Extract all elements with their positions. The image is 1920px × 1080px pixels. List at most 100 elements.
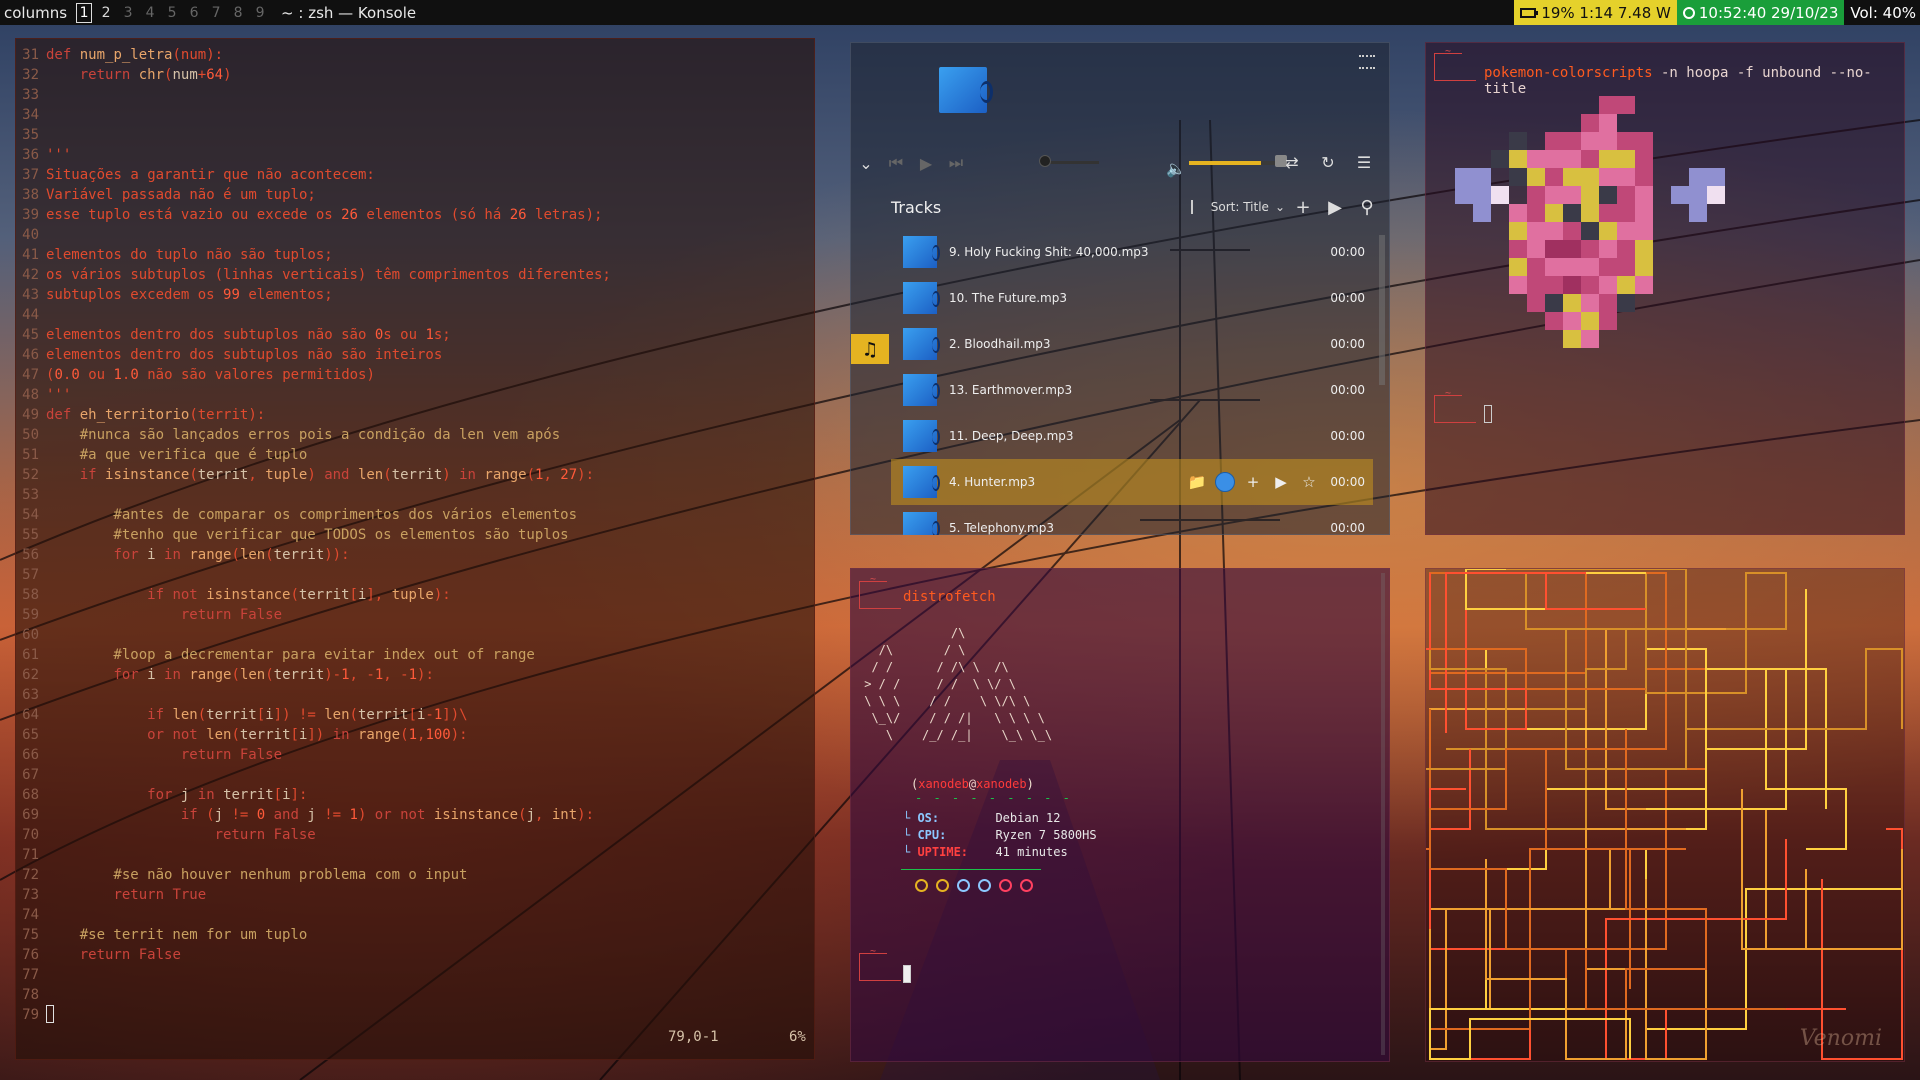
- code-line[interactable]: 34: [16, 105, 814, 125]
- clock-status[interactable]: 10:52:40 29/10/23: [1676, 0, 1845, 25]
- code-line[interactable]: 62 for i in range(len(territ)-1, -1, -1)…: [16, 665, 814, 685]
- code-line[interactable]: 41 elementos do tuplo não são tuplos;: [16, 245, 814, 265]
- terminal-distrofetch[interactable]: ~ distrofetch /\ /\ / \ / / / /\ \ /\ > …: [850, 568, 1390, 1062]
- code-line[interactable]: 40: [16, 225, 814, 245]
- code-line[interactable]: 53: [16, 485, 814, 505]
- code-line[interactable]: 59 return False: [16, 605, 814, 625]
- code-line[interactable]: 44: [16, 305, 814, 325]
- playlist-icon[interactable]: [1359, 55, 1375, 69]
- scroll-thumb[interactable]: [1379, 235, 1385, 385]
- code-line[interactable]: 73 return True: [16, 885, 814, 905]
- workspace-2[interactable]: 2: [95, 5, 117, 21]
- code-line[interactable]: 49 def eh_territorio(territ):: [16, 405, 814, 425]
- code-line[interactable]: 57: [16, 565, 814, 585]
- code-line[interactable]: 31 def num_p_letra(num):: [16, 45, 814, 65]
- track-row[interactable]: 2. Bloodhail.mp3 00:00: [891, 321, 1373, 367]
- code-line[interactable]: 43 subtuplos excedem os 99 elementos;: [16, 285, 814, 305]
- code-line[interactable]: 78: [16, 985, 814, 1005]
- terminal-pipes[interactable]: Venomi: [1425, 568, 1905, 1062]
- code-line[interactable]: 39 esse tuplo está vazio ou excede os 26 …: [16, 205, 814, 225]
- volume-status[interactable]: Vol: 40%: [1844, 0, 1920, 25]
- workspace-6[interactable]: 6: [183, 5, 205, 21]
- track-row[interactable]: 9. Holy Fucking Shit: 40,000.mp3 00:00: [891, 229, 1373, 275]
- workspace-7[interactable]: 7: [205, 5, 227, 21]
- code-line[interactable]: 32 return chr(num+64): [16, 65, 814, 85]
- code-line[interactable]: 71: [16, 845, 814, 865]
- next-track-icon[interactable]: ⏭: [941, 148, 971, 178]
- workspace-4[interactable]: 4: [139, 5, 161, 21]
- code-line[interactable]: 64 if len(territ[i]) != len(territ[i-1])…: [16, 705, 814, 725]
- workspace-8[interactable]: 8: [227, 5, 249, 21]
- code-line[interactable]: 55 #tenho que verificar que TODOS os ele…: [16, 525, 814, 545]
- code-line[interactable]: 50 #nunca são lançados erros pois a cond…: [16, 425, 814, 445]
- code-line[interactable]: 77: [16, 965, 814, 985]
- code-line[interactable]: 45 elementos dentro dos subtuplos não são…: [16, 325, 814, 345]
- volume-icon[interactable]: 🔈: [1161, 153, 1191, 183]
- code-line[interactable]: 58 if not isinstance(territ[i], tuple):: [16, 585, 814, 605]
- code-line[interactable]: 47 (0.0 ou 1.0 não são valores permitidos…: [16, 365, 814, 385]
- code-line[interactable]: 51 #a que verifica que é tuplo: [16, 445, 814, 465]
- workspace-9[interactable]: 9: [249, 5, 271, 21]
- collapse-chevron-icon[interactable]: ⌄: [851, 148, 881, 178]
- code-line[interactable]: 69 if (j != 0 and j != 1) or not isinsta…: [16, 805, 814, 825]
- code-line[interactable]: 63: [16, 685, 814, 705]
- workspace-5[interactable]: 5: [161, 5, 183, 21]
- code-line[interactable]: 67: [16, 765, 814, 785]
- track-row[interactable]: 4. Hunter.mp3 📁 + ▶ ☆ 00:00: [891, 459, 1373, 505]
- code-line[interactable]: 33: [16, 85, 814, 105]
- play-icon[interactable]: ▶: [1271, 472, 1291, 492]
- code-line[interactable]: 60: [16, 625, 814, 645]
- repeat-icon[interactable]: ↻: [1313, 147, 1343, 177]
- track-row[interactable]: 5. Telephony.mp3 00:00: [891, 505, 1373, 535]
- search-icon[interactable]: ⚲: [1353, 193, 1381, 221]
- music-note-icon[interactable]: ♫: [851, 334, 889, 364]
- track-scrollbar[interactable]: [1379, 229, 1385, 535]
- code-line[interactable]: 66 return False: [16, 745, 814, 765]
- color-dot: [1020, 879, 1033, 892]
- volume-slider[interactable]: [1189, 161, 1279, 165]
- menu-icon[interactable]: ☰: [1349, 147, 1379, 177]
- workspace-1[interactable]: 1: [76, 2, 93, 23]
- code-line[interactable]: 52 if isinstance(territ, tuple) and len(…: [16, 465, 814, 485]
- code-line[interactable]: 38 Variável passada não é um tuplo;: [16, 185, 814, 205]
- code-line[interactable]: 48 ''': [16, 385, 814, 405]
- code-line[interactable]: 54 #antes de comparar os comprimentos do…: [16, 505, 814, 525]
- sort-dropdown[interactable]: Sort: Title ⌄: [1190, 200, 1285, 214]
- code-line[interactable]: 79: [16, 1005, 814, 1025]
- play-all-icon[interactable]: ▶: [1321, 193, 1349, 221]
- code-line[interactable]: 74: [16, 905, 814, 925]
- track-row[interactable]: 13. Earthmover.mp3 00:00: [891, 367, 1373, 413]
- folder-icon[interactable]: 📁: [1187, 472, 1207, 492]
- workspace-3[interactable]: 3: [117, 5, 139, 21]
- code-line[interactable]: 37 Situações a garantir que não acontecem…: [16, 165, 814, 185]
- play-icon[interactable]: ▶: [911, 148, 941, 178]
- add-icon[interactable]: +: [1243, 472, 1263, 492]
- code-line[interactable]: 68 for j in territ[i]:: [16, 785, 814, 805]
- code-line[interactable]: 70 return False: [16, 825, 814, 845]
- add-icon[interactable]: +: [1289, 193, 1317, 221]
- code-line[interactable]: 42 os vários subtuplos (linhas verticais)…: [16, 265, 814, 285]
- line-number: 33: [22, 87, 39, 103]
- code-area[interactable]: 31 def num_p_letra(num): 32 return chr(num…: [16, 45, 814, 1025]
- star-icon[interactable]: ☆: [1299, 472, 1319, 492]
- battery-status[interactable]: 19% 1:14 7.48 W: [1514, 0, 1677, 25]
- previous-track-icon[interactable]: ⏮: [881, 148, 911, 178]
- seek-handle[interactable]: [1039, 155, 1051, 167]
- shuffle-icon[interactable]: ⇄: [1277, 147, 1307, 177]
- track-row[interactable]: 11. Deep, Deep.mp3 00:00: [891, 413, 1373, 459]
- code-line[interactable]: 56 for i in range(len(territ)):: [16, 545, 814, 565]
- code-line[interactable]: 61 #loop a decrementar para evitar index…: [16, 645, 814, 665]
- code-line[interactable]: 35: [16, 125, 814, 145]
- track-row[interactable]: 10. The Future.mp3 00:00: [891, 275, 1373, 321]
- code-line[interactable]: 36 ''': [16, 145, 814, 165]
- code-line[interactable]: 75 #se territ nem for um tuplo: [16, 925, 814, 945]
- code-line[interactable]: 65 or not len(territ[i]) in range(1,100)…: [16, 725, 814, 745]
- terminal-scrollbar[interactable]: [1381, 573, 1385, 1055]
- code-line[interactable]: 46 elementos dentro dos subtuplos não são…: [16, 345, 814, 365]
- code-editor-window[interactable]: 31 def num_p_letra(num): 32 return chr(num…: [15, 38, 815, 1060]
- music-player-window[interactable]: ⌄ ⏮ ▶ ⏭ 🔈 ⇄ ↻ ☰ Tracks Sort: Title ⌄ + ▶…: [850, 42, 1390, 535]
- layout-indicator[interactable]: columns: [0, 4, 73, 22]
- code-line[interactable]: 72 #se não houver nenhum problema com o …: [16, 865, 814, 885]
- globe-icon[interactable]: [1215, 472, 1235, 492]
- code-line[interactable]: 76 return False: [16, 945, 814, 965]
